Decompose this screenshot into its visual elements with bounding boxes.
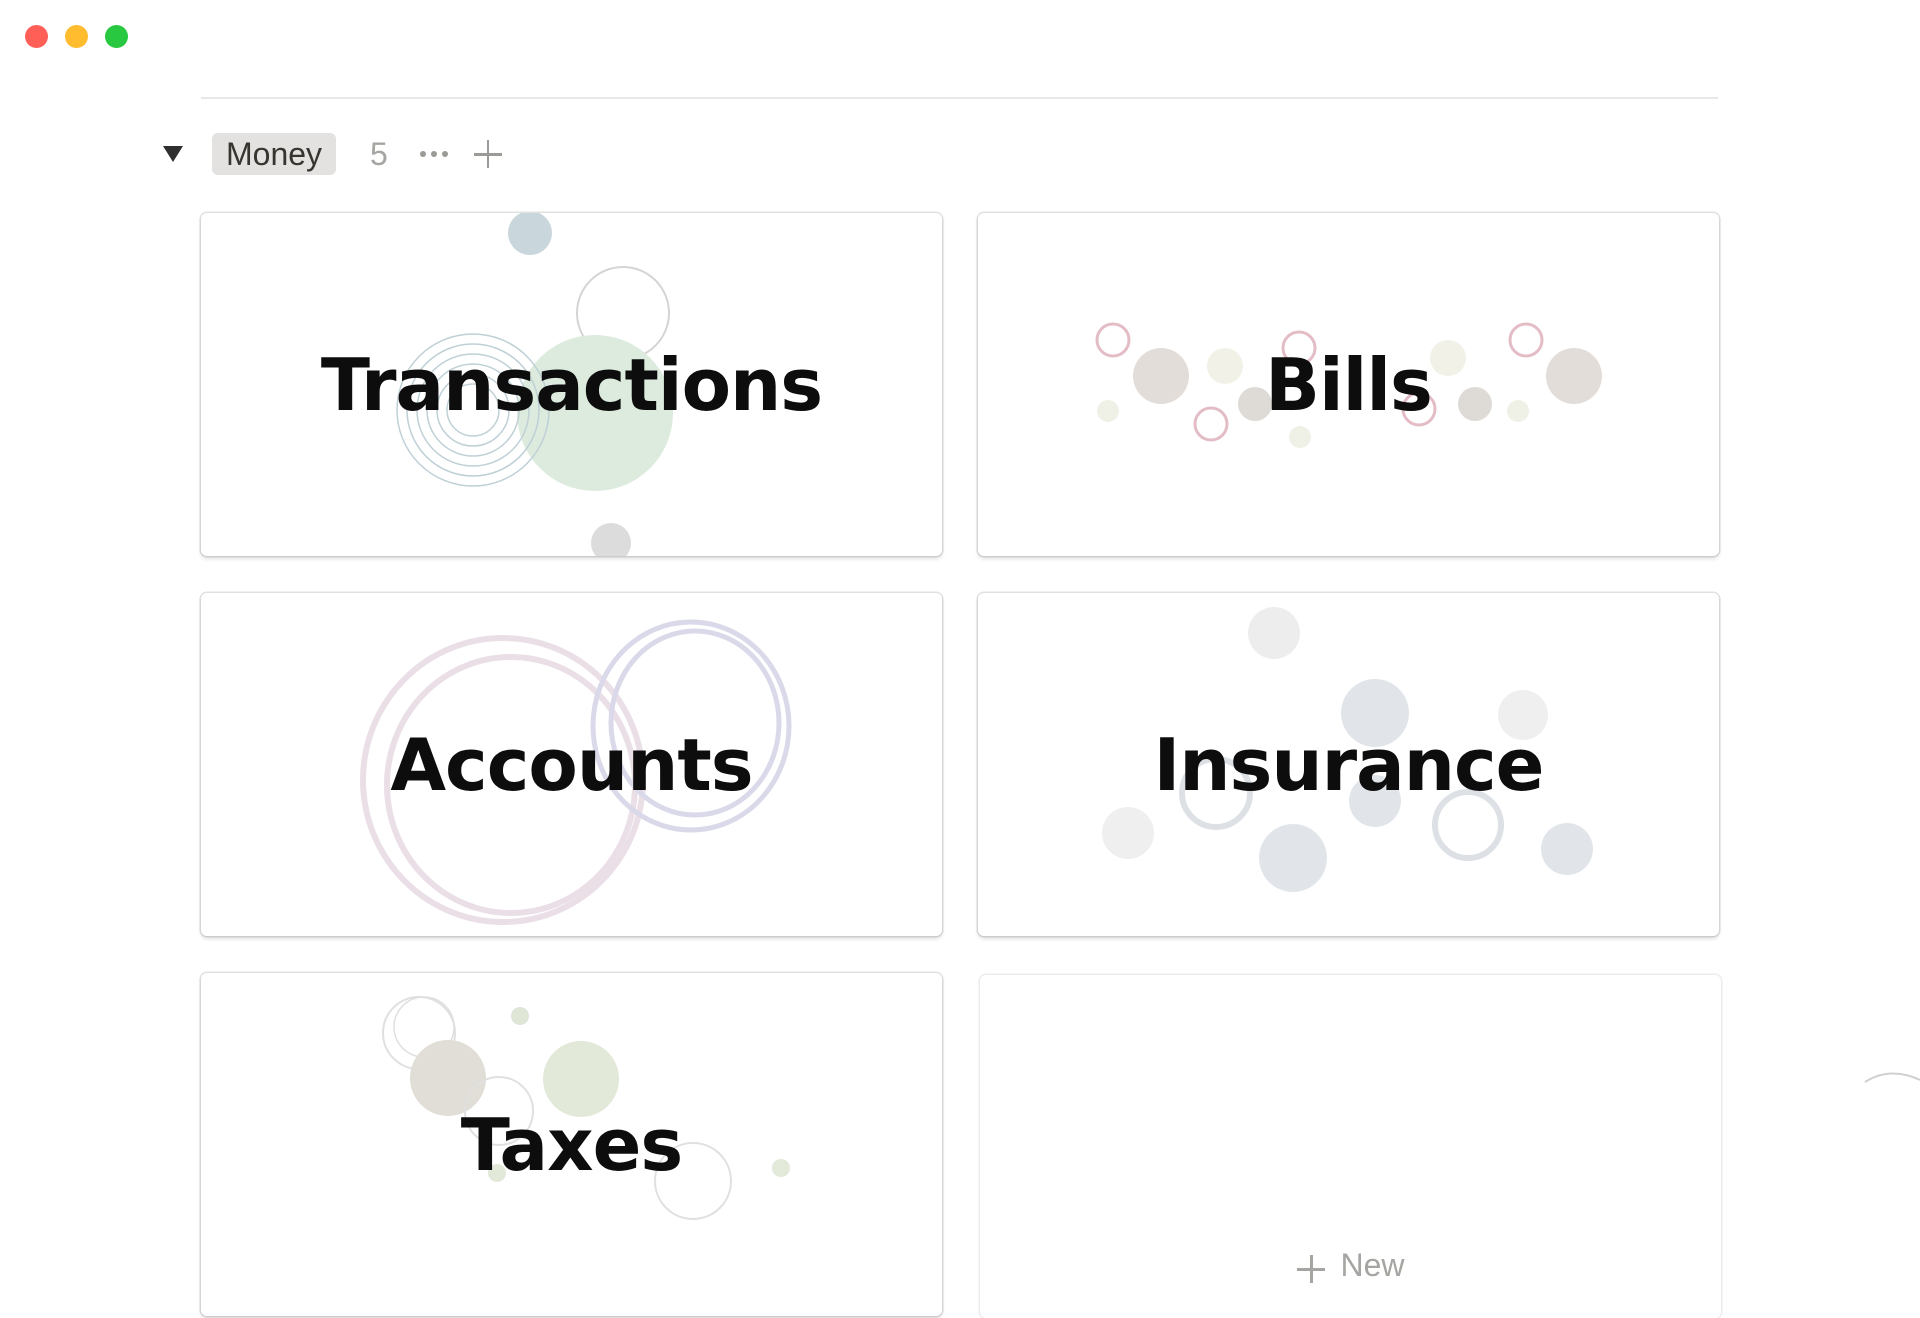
divider	[201, 97, 1718, 99]
plus-icon	[1296, 1254, 1326, 1284]
window-controls	[25, 25, 128, 48]
group-header: Money 5	[160, 132, 504, 176]
new-card-label: New	[1340, 1247, 1405, 1283]
add-item-button[interactable]	[472, 138, 504, 170]
more-options-button[interactable]	[418, 145, 450, 163]
card-taxes[interactable]: Taxes	[201, 973, 942, 1316]
group-count: 5	[370, 135, 388, 172]
card-title: Insurance	[1153, 722, 1544, 807]
card-title: Transactions	[320, 342, 823, 427]
new-card-button[interactable]: New	[980, 975, 1721, 1318]
card-title: Bills	[1265, 342, 1433, 427]
card-accounts[interactable]: Accounts	[201, 593, 942, 936]
card-bills[interactable]: Bills	[978, 213, 1719, 556]
card-title: Accounts	[390, 722, 753, 807]
minimize-window-button[interactable]	[65, 25, 88, 48]
close-window-button[interactable]	[25, 25, 48, 48]
collapse-toggle[interactable]	[160, 141, 186, 167]
ellipsis-icon	[419, 151, 426, 157]
card-insurance[interactable]: Insurance	[978, 593, 1719, 936]
maximize-window-button[interactable]	[105, 25, 128, 48]
triangle-down-icon	[163, 146, 183, 162]
card-transactions[interactable]: Transactions	[201, 213, 942, 556]
group-tag[interactable]: Money	[212, 133, 337, 175]
help-button-edge[interactable]	[1860, 1070, 1920, 1110]
card-title: Taxes	[460, 1102, 684, 1187]
new-card-content: New	[980, 975, 1721, 1318]
